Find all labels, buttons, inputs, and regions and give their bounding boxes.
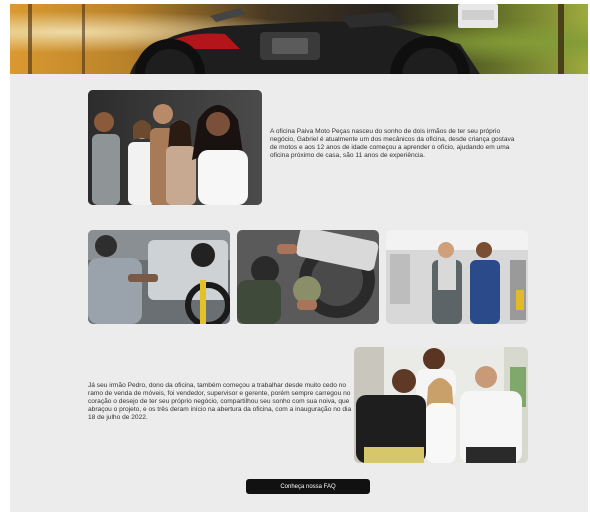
mechanic-repairing-motorcycle-photo bbox=[88, 230, 230, 324]
group-friends-photo bbox=[354, 347, 528, 463]
team-photo bbox=[88, 90, 262, 205]
faq-button[interactable]: Conheça nossa FAQ bbox=[246, 479, 370, 494]
about-paragraph-1: A oficina Paiva Moto Peças nasceu do son… bbox=[270, 128, 515, 160]
page-container: A oficina Paiva Moto Peças nasceu do son… bbox=[10, 4, 588, 512]
hero-banner-image bbox=[10, 4, 588, 74]
mechanic-wrench-closeup-photo bbox=[237, 230, 379, 324]
about-paragraph-2: Já seu irmão Pedro, dono da oficina, tam… bbox=[88, 382, 352, 422]
two-mechanics-workshop-photo bbox=[386, 230, 528, 324]
motorcycle-illustration bbox=[10, 4, 588, 74]
